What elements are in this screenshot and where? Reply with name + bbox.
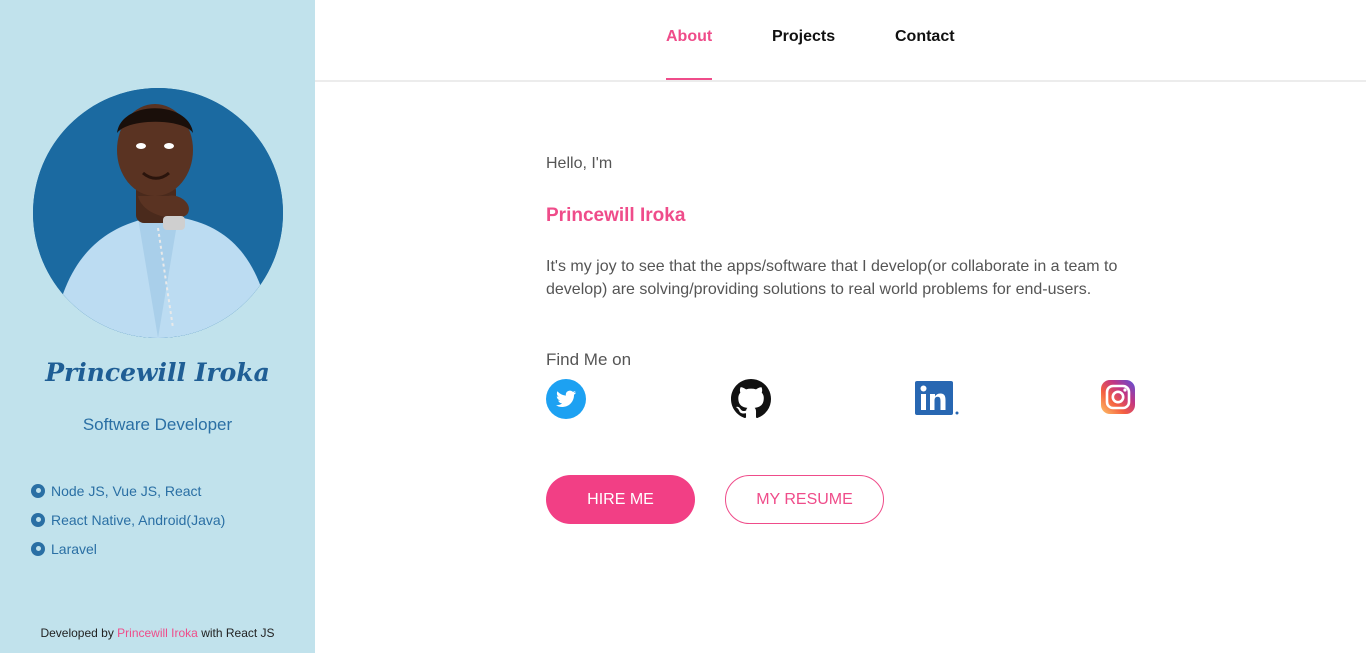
nav-projects[interactable]: Projects [772, 28, 835, 46]
github-icon [731, 379, 771, 419]
skill-item: Node JS, Vue JS, React [31, 476, 225, 505]
instagram-icon [1101, 380, 1135, 414]
sidebar-name: Princewill Iroka [45, 358, 270, 387]
twitter-icon [546, 379, 586, 419]
top-nav: About Projects Contact [315, 0, 1366, 82]
skills-list: Node JS, Vue JS, React React Native, And… [31, 476, 225, 563]
nav-about[interactable]: About [666, 28, 712, 46]
footer-credit: Developed by Princewill Iroka with React… [0, 626, 315, 640]
bullet-icon [31, 541, 45, 556]
bio-text: It's my joy to see that the apps/softwar… [546, 258, 1118, 298]
skill-item: React Native, Android(Java) [31, 505, 225, 534]
sidebar: Princewill Iroka Software Developer Node… [0, 0, 315, 653]
active-tab-indicator [666, 78, 712, 80]
bullet-icon [31, 483, 45, 498]
nav-contact[interactable]: Contact [895, 28, 955, 46]
sidebar-role: Software Developer [82, 415, 233, 434]
skill-label: Laravel [51, 540, 97, 557]
skill-label: React Native, Android(Java) [51, 511, 226, 528]
linkedin-icon [915, 381, 959, 415]
bullet-icon [31, 512, 45, 527]
credit-prefix: Developed by [40, 626, 118, 640]
hire-me-button[interactable]: HIRE ME [546, 475, 695, 524]
credit-suffix: with React JS [197, 626, 275, 640]
credit-author-link[interactable]: Princewill Iroka [117, 626, 198, 640]
instagram-link[interactable] [1100, 379, 1140, 419]
linkedin-link[interactable] [915, 379, 959, 419]
greeting: Hello, I'm [546, 155, 613, 172]
main-name: Princewill Iroka [546, 205, 686, 226]
profile-photo [33, 88, 283, 338]
find-me-heading: Find Me on [546, 350, 632, 369]
twitter-link[interactable] [546, 379, 586, 419]
my-resume-button[interactable]: MY RESUME [725, 475, 884, 524]
skill-item: Laravel [31, 534, 225, 563]
skill-label: Node JS, Vue JS, React [51, 482, 202, 499]
github-link[interactable] [731, 379, 771, 419]
